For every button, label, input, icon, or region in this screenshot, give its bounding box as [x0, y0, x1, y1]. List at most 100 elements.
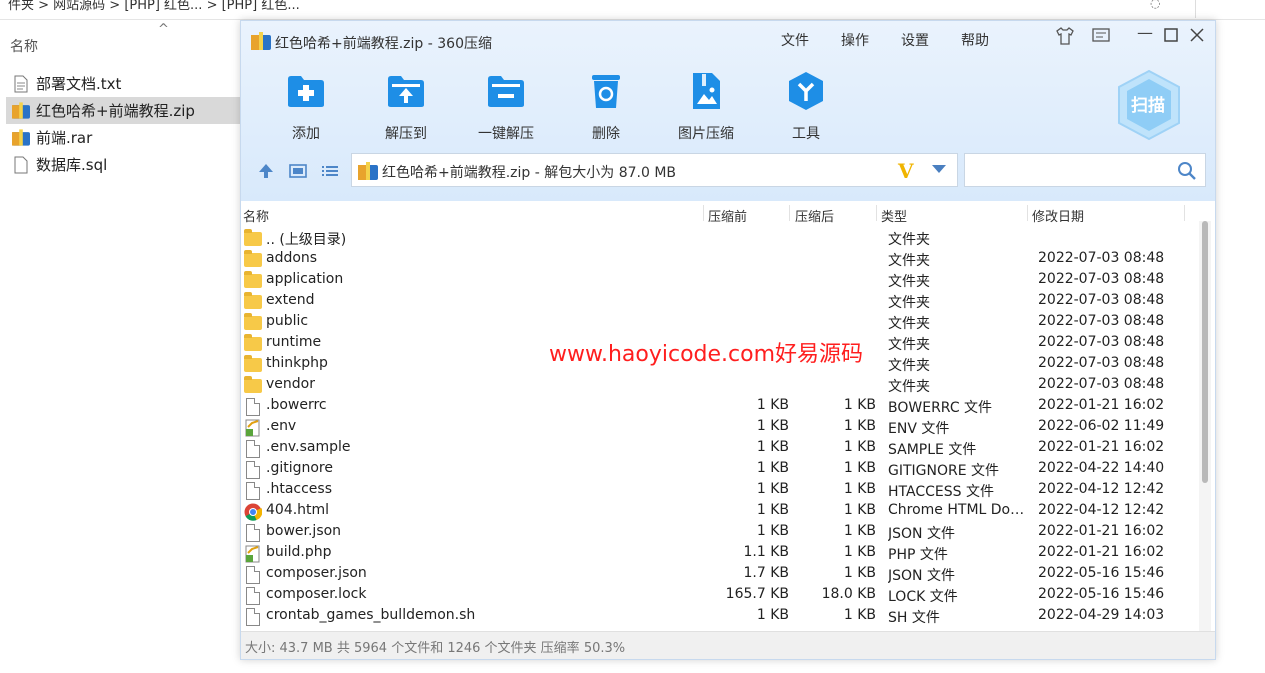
file-type: 文件夹: [888, 358, 930, 374]
add-button[interactable]: 添加: [261, 69, 351, 143]
table-row[interactable]: build.php 1.1 KB 1 KB PHP 文件 2022-01-21 16:0…: [241, 543, 1197, 564]
file-name: application: [266, 271, 344, 287]
file-type: LOCK 文件: [888, 589, 958, 605]
table-row[interactable]: crontab_games_bulldemon.sh 1 KB 1 KB SH 文件 2…: [241, 606, 1197, 627]
table-row[interactable]: .. (上级目录) 文件夹: [241, 228, 1197, 249]
one-click-extract-button[interactable]: 一键解压: [461, 69, 551, 143]
maximize-icon[interactable]: [1163, 27, 1179, 47]
file-name: composer.json: [266, 565, 367, 581]
scan-button[interactable]: 扫描: [1117, 69, 1181, 141]
text-file-icon: [12, 74, 30, 94]
menu-help[interactable]: 帮助: [961, 30, 989, 50]
file-name: bower.json: [266, 523, 342, 539]
modified-date: 2022-04-29 14:03: [1038, 607, 1165, 623]
file-icon: [244, 397, 262, 416]
table-row[interactable]: .bowerrc 1 KB 1 KB BOWERRC 文件 2022-01-21 16:…: [241, 396, 1197, 417]
name-column-header[interactable]: 名称: [10, 36, 38, 56]
column-before-size[interactable]: 压缩前: [708, 206, 747, 225]
search-icon[interactable]: [1177, 161, 1197, 185]
close-icon[interactable]: [1189, 27, 1205, 47]
thumbnail-view-icon[interactable]: [287, 162, 309, 180]
column-date[interactable]: 修改日期: [1032, 206, 1084, 225]
menu-settings[interactable]: 设置: [901, 30, 929, 50]
explorer-item[interactable]: 前端.rar: [6, 124, 240, 151]
image-compress-button[interactable]: 图片压缩: [661, 69, 751, 143]
divider: [1184, 205, 1185, 221]
table-row[interactable]: bower.json 1 KB 1 KB JSON 文件 2022-01-21 16:0…: [241, 522, 1197, 543]
list-view-icon[interactable]: [319, 162, 341, 180]
menu-file[interactable]: 文件: [781, 30, 809, 50]
history-icon[interactable]: ◌: [1150, 0, 1160, 10]
one-click-extract-label: 一键解压: [478, 126, 534, 142]
file-name: thinkphp: [266, 355, 328, 371]
sort-ascending-icon[interactable]: ^: [158, 22, 169, 37]
modified-date: 2022-07-03 08:48: [1038, 313, 1165, 329]
explorer-item[interactable]: 红色哈希+前端教程.zip: [6, 97, 240, 124]
column-type[interactable]: 类型: [881, 206, 907, 225]
up-level-icon[interactable]: [255, 162, 277, 180]
archive-icon: [12, 101, 30, 121]
archive-icon: [358, 162, 378, 184]
message-icon[interactable]: [1091, 27, 1111, 49]
size-after: 1 KB: [843, 523, 876, 539]
modified-date: 2022-04-22 14:40: [1038, 460, 1165, 476]
skin-icon[interactable]: [1055, 27, 1075, 49]
table-row[interactable]: .htaccess 1 KB 1 KB HTACCESS 文件 2022-04-12 1…: [241, 480, 1197, 501]
file-type: 文件夹: [888, 316, 930, 332]
status-text: 大小: 43.7 MB 共 5964 个文件和 1246 个文件夹 压缩率 50…: [245, 641, 626, 656]
size-after: 1 KB: [843, 439, 876, 455]
vertical-scrollbar[interactable]: [1199, 221, 1211, 631]
add-label: 添加: [292, 126, 320, 142]
address-text: 红色哈希+前端教程.zip - 解包大小为 87.0 MB: [382, 165, 677, 181]
divider: [876, 205, 877, 221]
file-type: 文件夹: [888, 379, 930, 395]
delete-button[interactable]: 删除: [561, 69, 651, 143]
table-row[interactable]: composer.json 1.7 KB 1 KB JSON 文件 2022-05-16…: [241, 564, 1197, 585]
table-row[interactable]: .gitignore 1 KB 1 KB GITIGNORE 文件 2022-04-22…: [241, 459, 1197, 480]
table-row[interactable]: extend 文件夹 2022-07-03 08:48: [241, 291, 1197, 312]
tools-label: 工具: [792, 126, 820, 142]
archive-icon: [12, 128, 30, 148]
extract-to-button[interactable]: 解压到: [361, 69, 451, 143]
size-before: 1 KB: [756, 607, 789, 623]
folder-icon: [244, 354, 262, 374]
column-headers: 名称 压缩前 压缩后 类型 修改日期: [241, 201, 1215, 227]
file-icon: [244, 607, 262, 626]
column-after-size[interactable]: 压缩后: [795, 206, 834, 225]
table-row[interactable]: application 文件夹 2022-07-03 08:48: [241, 270, 1197, 291]
tools-button[interactable]: 工具: [761, 69, 851, 143]
table-row[interactable]: vendor 文件夹 2022-07-03 08:48: [241, 375, 1197, 396]
file-type: Chrome HTML Doc...: [888, 502, 1028, 518]
folder-icon: [244, 333, 262, 353]
table-row[interactable]: .env 1 KB 1 KB ENV 文件 2022-06-02 11:49: [241, 417, 1197, 438]
file-type: 文件夹: [888, 232, 930, 248]
address-bar[interactable]: 红色哈希+前端教程.zip - 解包大小为 87.0 MB V: [351, 153, 958, 187]
dropdown-arrow-icon[interactable]: [932, 165, 946, 173]
archive-file-list: .. (上级目录) 文件夹 addons 文件夹 2022-07-03 08:48 app…: [241, 228, 1197, 628]
folder-icon: [244, 249, 262, 269]
file-name: .bowerrc: [266, 397, 327, 413]
modified-date: 2022-05-16 15:46: [1038, 586, 1165, 602]
image-compress-label: 图片压缩: [678, 126, 734, 142]
table-row[interactable]: composer.lock 165.7 KB 18.0 KB LOCK 文件 2022-…: [241, 585, 1197, 606]
file-name: runtime: [266, 334, 322, 350]
table-row[interactable]: .env.sample 1 KB 1 KB SAMPLE 文件 2022-01-21 1…: [241, 438, 1197, 459]
search-input[interactable]: [964, 153, 1206, 187]
archive-icon: [251, 32, 271, 54]
v-logo-icon[interactable]: V: [898, 159, 914, 183]
menu-operation[interactable]: 操作: [841, 30, 869, 50]
table-row[interactable]: 404.html 1 KB 1 KB Chrome HTML Doc... 2022-0…: [241, 501, 1197, 522]
breadcrumb[interactable]: 件夹 > 网站源码 > [PHP] 红色... > [PHP] 红色...: [8, 0, 300, 13]
scrollbar-thumb[interactable]: [1202, 221, 1208, 483]
folder-icon: [244, 228, 262, 248]
table-row[interactable]: public 文件夹 2022-07-03 08:48: [241, 312, 1197, 333]
minimize-icon[interactable]: —: [1137, 23, 1153, 42]
explorer-item[interactable]: 部署文档.txt: [6, 70, 240, 97]
file-name: .gitignore: [266, 460, 333, 476]
table-row[interactable]: addons 文件夹 2022-07-03 08:48: [241, 249, 1197, 270]
explorer-item[interactable]: 数据库.sql: [6, 151, 240, 178]
file-name: .env: [266, 418, 297, 434]
size-after: 1 KB: [843, 481, 876, 497]
explorer-items: 部署文档.txt 红色哈希+前端教程.zip 前端.rar 数据库.sql: [6, 70, 240, 178]
column-name[interactable]: 名称: [243, 206, 269, 225]
